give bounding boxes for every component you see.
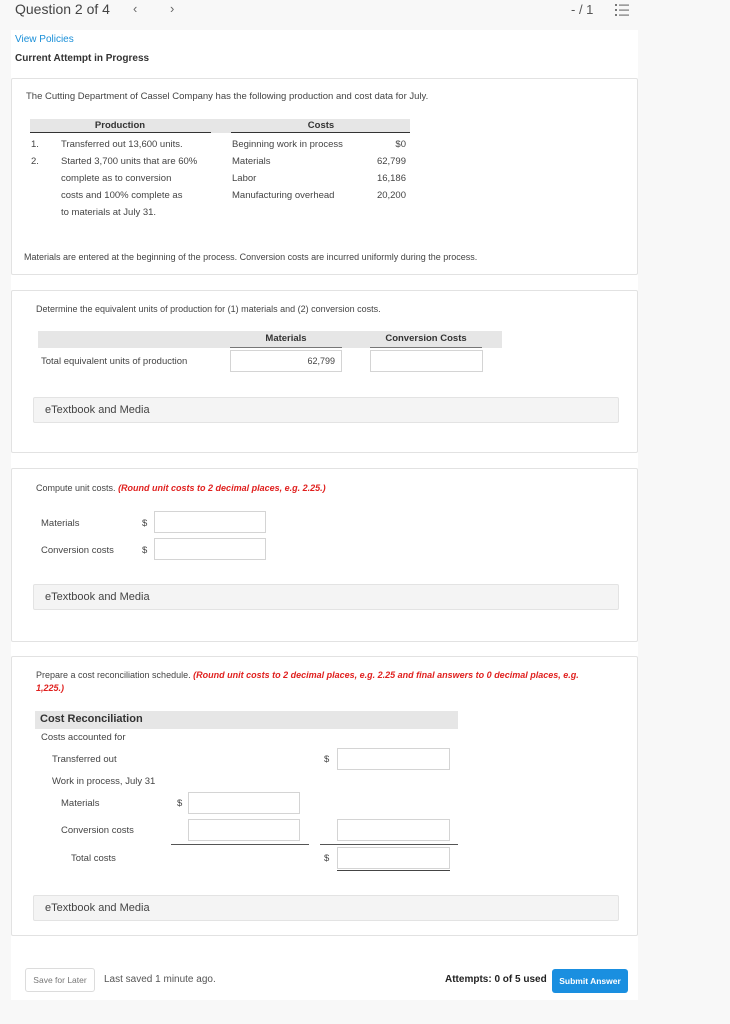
wip-label: Work in process, July 31 <box>52 776 156 787</box>
production-item-line: Transferred out 13,600 units. <box>61 139 183 150</box>
production-item-number: 2. <box>31 156 39 167</box>
attempt-status: Current Attempt in Progress <box>15 53 150 64</box>
production-item-number: 1. <box>31 139 39 150</box>
total-costs-label: Total costs <box>71 853 116 864</box>
wip-total-input[interactable] <box>337 819 450 841</box>
costs-accounted-for-label: Costs accounted for <box>41 732 126 743</box>
part2-rounding-hint: (Round unit costs to 2 decimal places, e… <box>118 483 326 493</box>
subtotal-rule <box>171 844 309 845</box>
footer-bar: Save for Later Last saved 1 minute ago. … <box>15 960 639 1002</box>
transferred-out-label: Transferred out <box>52 754 117 765</box>
total-eu-label: Total equivalent units of production <box>41 356 188 367</box>
total-costs-input[interactable] <box>337 847 450 869</box>
question-counter: Question 2 of 4 <box>15 1 110 17</box>
submit-answer-button[interactable]: Submit Answer <box>552 969 628 993</box>
cost-label: Materials <box>232 156 271 167</box>
part1-instruction: Determine the equivalent units of produc… <box>36 304 381 314</box>
total-double-rule <box>337 870 450 871</box>
cost-value: 20,200 <box>376 190 406 201</box>
part3-instruction: Prepare a cost reconciliation schedule. … <box>36 670 579 680</box>
unit-cost-label: Conversion costs <box>41 545 114 556</box>
currency-symbol: $ <box>177 798 183 809</box>
view-policies-link[interactable]: View Policies <box>15 34 74 45</box>
production-item-line: complete as to conversion <box>61 173 172 184</box>
conversion-column-header: Conversion Costs <box>385 333 467 344</box>
part2-instruction-text: Compute unit costs. <box>36 483 116 493</box>
conversion-eu-input[interactable] <box>370 350 483 372</box>
score-display: - / 1 <box>571 2 594 17</box>
costs-header-rule <box>231 132 410 133</box>
question-list-icon[interactable] <box>615 4 629 16</box>
wip-conversion-input[interactable] <box>188 819 300 841</box>
conversion-header-rule <box>370 347 482 348</box>
top-bar: Question 2 of 4 ‹ › - / 1 <box>0 0 730 24</box>
cost-reconciliation-title: Cost Reconciliation <box>35 711 458 729</box>
problem-intro: The Cutting Department of Cassel Company… <box>26 91 429 102</box>
cost-reconciliation-card: Prepare a cost reconciliation schedule. … <box>11 656 638 936</box>
part3-rounding-hint: (Round unit costs to 2 decimal places, e… <box>193 670 579 680</box>
save-for-later-button[interactable]: Save for Later <box>25 968 95 992</box>
production-item-line: Started 3,700 units that are 60% <box>61 156 198 167</box>
transferred-out-input[interactable] <box>337 748 450 770</box>
cost-value: $0 <box>395 139 406 150</box>
currency-symbol: $ <box>142 545 148 556</box>
unit-costs-card: Compute unit costs. (Round unit costs to… <box>11 468 638 642</box>
cost-label: Labor <box>232 173 257 184</box>
production-header: Production <box>94 120 146 131</box>
production-header-rule <box>30 132 211 133</box>
attempts-counter: Attempts: 0 of 5 used <box>445 974 547 985</box>
part3-instruction-text: Prepare a cost reconciliation schedule. <box>36 670 191 680</box>
costs-header: Costs <box>307 120 335 131</box>
wip-conversion-label: Conversion costs <box>61 825 134 836</box>
materials-column-header: Materials <box>265 333 307 344</box>
part2-instruction: Compute unit costs. (Round unit costs to… <box>36 483 326 493</box>
cost-label: Manufacturing overhead <box>232 190 335 201</box>
cost-value: 62,799 <box>376 156 406 167</box>
production-item-line: costs and 100% complete as <box>61 190 183 201</box>
conversion-unit-cost-input[interactable] <box>154 538 266 560</box>
etextbook-media-button[interactable]: eTextbook and Media <box>33 584 619 610</box>
currency-symbol: $ <box>324 853 330 864</box>
wip-materials-input[interactable] <box>188 792 300 814</box>
subtotal-rule <box>320 844 458 845</box>
last-saved-status: Last saved 1 minute ago. <box>104 974 216 985</box>
materials-eu-input[interactable]: 62,799 <box>230 350 342 372</box>
currency-symbol: $ <box>142 518 148 529</box>
unit-cost-label: Materials <box>41 518 80 529</box>
production-item-line: to materials at July 31. <box>61 207 157 218</box>
etextbook-media-button[interactable]: eTextbook and Media <box>33 895 619 921</box>
materials-header-rule <box>230 347 342 348</box>
process-note: Materials are entered at the beginning o… <box>24 252 478 262</box>
part3-rounding-hint-continued: 1,225.) <box>36 683 65 693</box>
cost-label: Beginning work in process <box>232 139 343 150</box>
equivalent-units-card: Determine the equivalent units of produc… <box>11 290 638 453</box>
wip-materials-label: Materials <box>61 798 100 809</box>
materials-unit-cost-input[interactable] <box>154 511 266 533</box>
problem-card: The Cutting Department of Cassel Company… <box>11 78 638 275</box>
cost-value: 16,186 <box>376 173 406 184</box>
etextbook-media-button[interactable]: eTextbook and Media <box>33 397 619 423</box>
previous-question-button[interactable]: ‹ <box>133 1 137 16</box>
currency-symbol: $ <box>324 754 330 765</box>
next-question-button[interactable]: › <box>170 1 174 16</box>
